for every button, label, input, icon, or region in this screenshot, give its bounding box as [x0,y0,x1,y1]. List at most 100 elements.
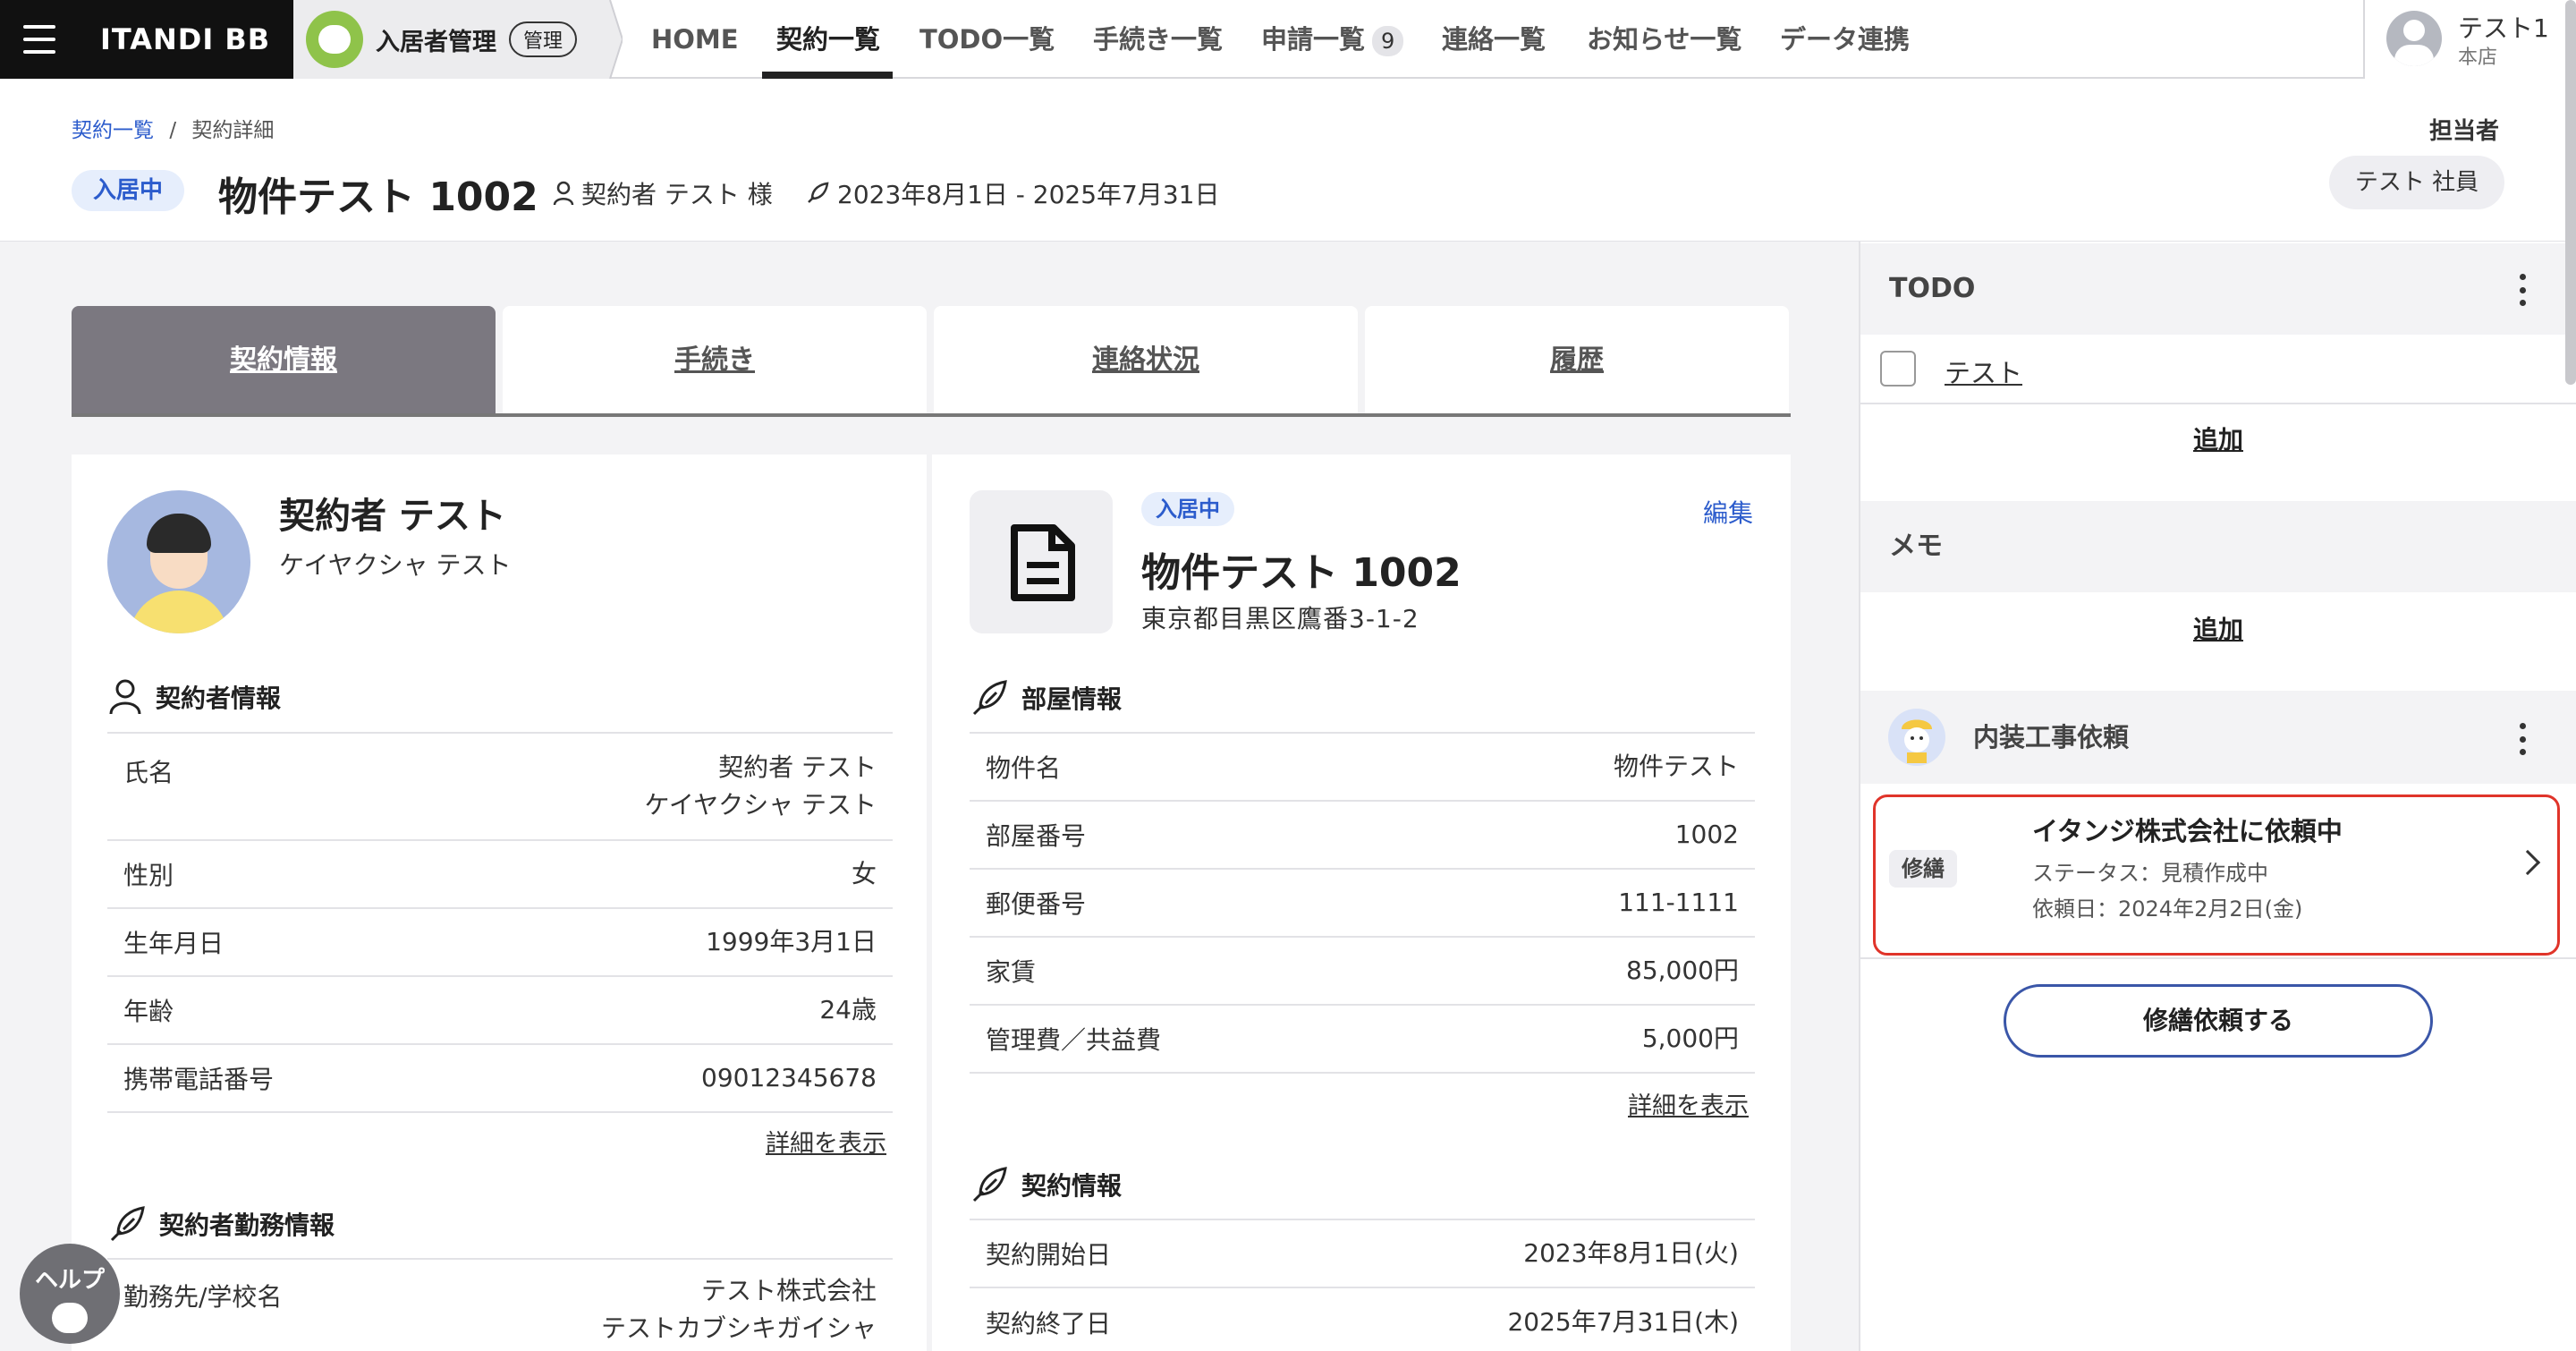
todo-title: TODO [1889,273,1976,304]
pen-icon [972,680,1007,716]
todo-more-icon[interactable] [2519,274,2526,306]
breadcrumb-contracts-link[interactable]: 契約一覧 [72,119,154,142]
product-arrow-icon [601,0,623,79]
nav-contracts[interactable]: 契約一覧 [776,0,880,79]
user-menu[interactable]: テスト1 本店 [2363,0,2576,79]
repair-section-header: 内装工事依頼 [1860,691,2576,784]
scrollbar[interactable] [2565,0,2576,385]
table-row: 生年月日 1999年3月1日 [107,909,893,977]
contract-info-section-title: 契約情報 [970,1165,1122,1204]
table-row: 管理費／共益費 5,000円 [970,1006,1755,1074]
product-badge: 管理 [509,21,578,57]
request-status: ステータス：見積作成中 [2032,861,2268,886]
table-row: 家賃 85,000円 [970,938,1755,1006]
assignee-chip[interactable]: テスト 社員 [2329,156,2504,209]
table-row: 契約開始日 2023年8月1日(火) [970,1220,1755,1288]
nav-contacts[interactable]: 連絡一覧 [1442,0,1546,79]
todo-section-header: TODO [1860,243,2576,335]
row-label: 勤務先/学校名 [123,1282,283,1312]
row-value: 物件テスト [1613,752,1739,781]
row-label: 物件名 [986,753,1062,783]
table-row: 携帯電話番号 09012345678 [107,1045,893,1113]
pen-icon [110,1206,145,1242]
user-avatar-icon [2386,11,2442,66]
person-icon [109,679,141,715]
person-icon [553,181,574,206]
contractor-info-section-title: 契約者情報 [107,678,281,716]
divider [1860,403,2576,404]
help-button[interactable]: ヘルプ [20,1244,120,1344]
row-value: 85,000円 [1626,956,1739,985]
table-row: 年齢 24歳 [107,977,893,1045]
row-label: 契約開始日 [986,1240,1112,1270]
property-status-badge: 入居中 [1141,492,1234,526]
row-label: 携帯電話番号 [123,1065,275,1094]
table-row: 部屋番号 1002 [970,802,1755,870]
memo-section-header: メモ [1860,501,2576,592]
user-branch: 本店 [2458,47,2498,69]
contractor-detail-link[interactable]: 詳細を表示 [766,1124,886,1159]
repair-more-icon[interactable] [2519,723,2526,755]
tab-procedures[interactable]: 手続き [503,306,927,415]
row-label: 性別 [123,861,174,890]
todo-add-link[interactable]: 追加 [1860,421,2576,456]
nav-procedures[interactable]: 手続き一覧 [1093,0,1223,79]
nav-home[interactable]: HOME [651,0,739,79]
property-name: 物件テスト 1002 [1141,550,1462,596]
bear-logo-icon [306,11,363,68]
row-value-line: ケイヤクシャ テスト [644,790,877,820]
contractor-summary: 契約者 テスト 様 [553,175,773,211]
memo-title: メモ [1889,531,1943,562]
document-icon [970,490,1113,633]
memo-add-link[interactable]: 追加 [1860,610,2576,646]
row-value: 2025年7月31日(木) [1507,1307,1739,1337]
contract-period: 2023年8月1日 - 2025年7月31日 [805,175,1220,211]
table-row: 性別 女 [107,841,893,909]
bear-icon [52,1303,88,1333]
todo-item-text[interactable]: テスト [1945,353,2022,390]
nav-data-integration[interactable]: データ連携 [1780,0,1910,79]
row-value-line: 契約者 テスト [718,752,877,782]
work-info-section-title: 契約者勤務情報 [107,1204,335,1244]
tab-history[interactable]: 履歴 [1365,306,1789,415]
row-value: テスト株式会社 テストカブシキガイシャ [601,1260,877,1347]
row-value-line: テストカブシキガイシャ [600,1313,877,1343]
divider [1860,957,2576,959]
row-value: 1999年3月1日 [706,927,877,956]
brand-logo[interactable]: ITANDI BB [79,0,293,79]
breadcrumb-current: 契約詳細 [191,119,275,142]
hamburger-menu-icon[interactable] [0,0,79,79]
table-row: 契約終了日 2025年7月31日(木) [970,1288,1755,1351]
property-detail-link[interactable]: 詳細を表示 [1628,1086,1749,1121]
product-name: 入居者管理 [376,28,496,56]
nav-applications[interactable]: 申請一覧 9 [1261,0,1404,79]
contract-period-text: 2023年8月1日 - 2025年7月31日 [837,180,1220,209]
contractor-info-title: 契約者情報 [156,684,282,713]
nav-notices[interactable]: お知らせ一覧 [1587,0,1741,79]
contractor-info-table: 氏名 契約者 テスト ケイヤクシャ テスト 性別女 生年月日 1999年3月1日 … [107,734,893,1113]
row-value: 5,000円 [1641,1024,1739,1053]
row-label: 契約終了日 [986,1309,1112,1338]
breadcrumb-separator: / [169,119,177,142]
work-info-table: 勤務先/学校名 テスト株式会社 テストカブシキガイシャ [107,1260,893,1351]
tab-contract-info[interactable]: 契約情報 [72,306,496,415]
row-label: 氏名 [123,758,174,787]
request-date: 依頼日：2024年2月2日(金) [2032,896,2303,922]
table-row: 勤務先/学校名 テスト株式会社 テストカブシキガイシャ [107,1260,893,1351]
edit-link[interactable]: 編集 [1703,494,1753,530]
help-label: ヘルプ [34,1267,105,1294]
repair-title: 内装工事依頼 [1973,722,2130,752]
work-info-title: 契約者勤務情報 [159,1211,335,1240]
row-label: 管理費／共益費 [986,1025,1162,1055]
bear-worker-icon [1888,709,1945,766]
request-title: イタンジ株式会社に依頼中 [2032,816,2343,846]
tab-contact-status[interactable]: 連絡状況 [934,306,1358,415]
table-row: 郵便番号 111-1111 [970,870,1755,938]
todo-checkbox[interactable] [1880,351,1916,387]
nav-todo[interactable]: TODO一覧 [919,0,1055,79]
row-value: 1002 [1674,820,1739,849]
repair-request-button[interactable]: 修繕依頼する [2004,984,2433,1058]
applications-count-badge: 9 [1372,26,1404,56]
product-switcher[interactable]: 入居者管理 管理 [293,0,610,79]
tab-divider [72,413,1791,417]
